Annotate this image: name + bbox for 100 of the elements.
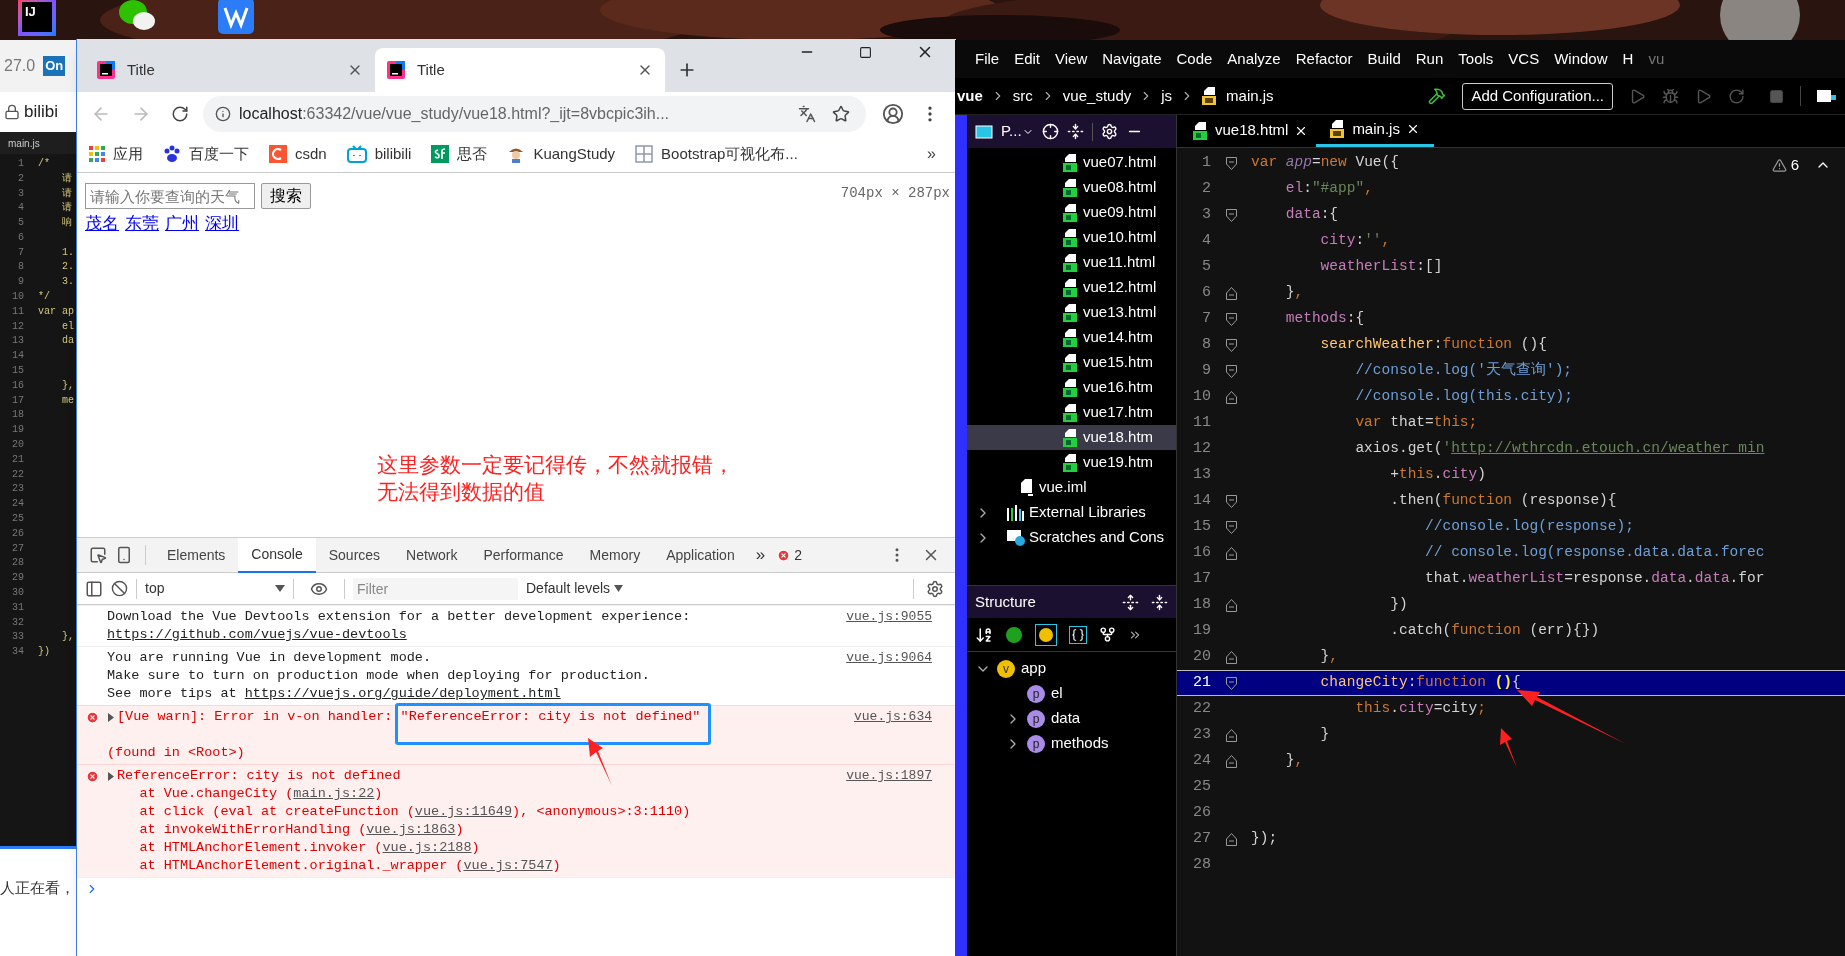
bug-icon[interactable] (1662, 87, 1679, 105)
fold-marker-icon[interactable] (1225, 156, 1237, 170)
project-tree-item[interactable]: vue14.htm (967, 325, 1176, 350)
search-button[interactable]: 搜索 (261, 183, 311, 209)
source-link[interactable]: vue.js:9064 (838, 649, 956, 667)
devtools-tab[interactable]: Elements (154, 537, 239, 573)
expand-triangle-icon[interactable] (107, 712, 115, 722)
fold-marker-icon[interactable] (1225, 312, 1237, 326)
project-tree-item[interactable]: vue17.htm (967, 400, 1176, 425)
menu-item[interactable]: VCS (1508, 47, 1540, 71)
bookmark[interactable]: csdn (269, 142, 327, 166)
project-tree-item[interactable]: vue10.html (967, 225, 1176, 250)
levels-dropdown[interactable]: Default levels (526, 578, 624, 599)
bookmark[interactable]: KuangStudy (507, 142, 616, 166)
breadcrumb-item[interactable]: src (1012, 84, 1033, 108)
fold-marker-icon[interactable] (1225, 208, 1237, 222)
fold-marker-icon[interactable] (1225, 338, 1237, 352)
expand-all-icon[interactable] (1122, 593, 1139, 611)
more-tabs[interactable]: » (747, 542, 774, 568)
console-link[interactable]: main.js:22 (293, 786, 375, 801)
city-link[interactable]: 茂名 (85, 211, 119, 237)
devtools-tab[interactable]: Network (393, 537, 471, 573)
source-link[interactable]: vue.js:1897 (838, 767, 956, 785)
project-tree-item[interactable]: vue11.html (967, 250, 1176, 275)
structure-item[interactable]: data (1051, 707, 1081, 730)
hierarchy-icon[interactable] (1099, 626, 1116, 643)
console-link[interactable]: https://vuejs.org/guide/deployment.html (244, 686, 561, 701)
project-tree-item[interactable]: Scratches and Cons (967, 525, 1176, 550)
menu-item[interactable]: Build (1367, 47, 1401, 71)
breadcrumb-item[interactable]: vue (957, 84, 983, 108)
maximize-icon[interactable] (859, 45, 872, 59)
locate-icon[interactable] (1041, 123, 1059, 140)
fold-marker-icon[interactable] (1225, 754, 1237, 768)
coverage-icon[interactable] (1695, 87, 1712, 105)
intellij-desktop-icon[interactable]: IJ (18, 0, 56, 36)
stop-icon[interactable] (1769, 88, 1784, 104)
translate-icon[interactable] (798, 105, 816, 123)
menu-item[interactable]: File (975, 47, 1000, 71)
inherited-icon[interactable] (1005, 625, 1023, 644)
sidebar-icon[interactable] (85, 579, 103, 598)
profile-icon[interactable] (1728, 87, 1745, 105)
braces-icon[interactable] (1069, 625, 1087, 644)
console-link[interactable]: vue.js:1863 (366, 822, 456, 837)
browser-tab[interactable]: Title (375, 48, 665, 92)
fold-marker-icon[interactable] (1225, 598, 1237, 612)
source-link[interactable]: vue.js:9055 (838, 608, 956, 626)
collapse-icon[interactable] (1066, 123, 1084, 140)
project-tree-item[interactable]: vue19.htm (967, 450, 1176, 475)
city-link[interactable]: 东莞 (125, 211, 159, 237)
fold-marker-icon[interactable] (1225, 286, 1237, 300)
console-link[interactable]: vue.js:7547 (463, 858, 553, 873)
city-link[interactable]: 广州 (165, 211, 199, 237)
warning-count[interactable]: 6 (1790, 154, 1799, 177)
bookmark[interactable]: 应用 (89, 142, 143, 166)
breadcrumb-item[interactable]: vue_study (1062, 84, 1132, 108)
settings-icon[interactable] (926, 579, 944, 598)
devtools-tab[interactable]: Console (238, 537, 316, 573)
sort-icon[interactable] (975, 625, 993, 644)
fold-marker-icon[interactable] (1225, 650, 1237, 664)
console-link[interactable]: vue.js:2188 (382, 840, 472, 855)
project-tree-item[interactable]: vue18.htm (967, 425, 1176, 450)
project-tree-item[interactable]: vue09.html (967, 200, 1176, 225)
settings-icon[interactable] (1100, 123, 1118, 140)
menu-item[interactable]: Edit (1014, 47, 1041, 71)
fold-marker-icon[interactable] (1225, 494, 1237, 508)
editor-tab[interactable]: vue18.html (1185, 115, 1317, 147)
project-tree-item[interactable]: External Libraries (967, 500, 1176, 525)
function-filter-icon[interactable] (1035, 623, 1057, 646)
fold-marker-icon[interactable] (1225, 676, 1237, 690)
project-tree-item[interactable]: vue07.html (967, 150, 1176, 175)
project-tree-item[interactable]: vue15.htm (967, 350, 1176, 375)
menu-item[interactable]: Analyze (1227, 47, 1281, 71)
source-link[interactable]: vue.js:634 (846, 708, 956, 726)
fold-marker-icon[interactable] (1225, 390, 1237, 404)
console-link[interactable]: https://github.com/vuejs/vue-devtools (107, 627, 407, 642)
menu-item[interactable]: Window (1554, 47, 1608, 71)
expand-triangle-icon[interactable] (107, 771, 115, 781)
document-app-icon[interactable] (218, 0, 254, 34)
breadcrumb-item[interactable]: js (1161, 84, 1173, 108)
menu-item[interactable]: View (1055, 47, 1088, 71)
context-select[interactable]: top (145, 578, 285, 599)
collapse-all-icon[interactable] (1151, 593, 1168, 611)
project-tree-item[interactable]: vue16.htm (967, 375, 1176, 400)
info-icon[interactable] (215, 106, 231, 122)
menu-item[interactable]: Refactor (1295, 47, 1353, 71)
project-structure-icon[interactable] (1817, 87, 1837, 105)
error-counter[interactable]: 2 (773, 544, 806, 566)
menu-item[interactable]: Code (1176, 47, 1213, 71)
editor-tab[interactable]: main.js (1316, 115, 1434, 147)
fold-marker-icon[interactable] (1225, 364, 1237, 378)
bookmark[interactable]: 百度一下 (163, 142, 249, 166)
structure-item[interactable]: el (1051, 682, 1063, 705)
device-toolbar-icon[interactable] (115, 546, 133, 564)
project-tree-item[interactable]: vue.iml (967, 475, 1176, 500)
bookmark[interactable]: Bootstrap可视化布... (635, 142, 798, 166)
panel-title[interactable]: P... (1001, 120, 1022, 143)
console-link[interactable]: vue.js:11649 (414, 804, 513, 819)
bookmark[interactable]: 思否 (431, 142, 488, 166)
reload-icon[interactable] (171, 105, 189, 123)
fold-marker-icon[interactable] (1225, 546, 1237, 560)
